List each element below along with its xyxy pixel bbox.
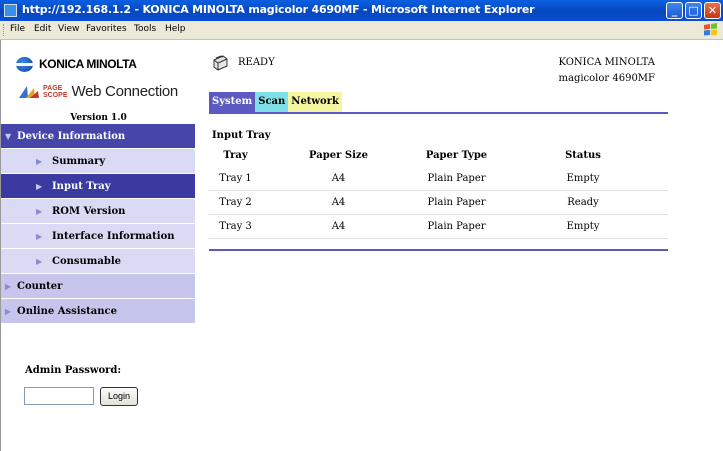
- sidebar: KONICA MINOLTA PAGE SCOPE Web Connection…: [0, 40, 195, 451]
- sidebar-item-label: Interface Information: [52, 231, 175, 242]
- table-cell: Plain Paper: [415, 190, 498, 215]
- tab-underline: [209, 112, 668, 114]
- page-title: Input Tray: [212, 130, 271, 141]
- sidebar-item-label: Online Assistance: [17, 306, 117, 317]
- menu-favorites[interactable]: Favorites: [86, 24, 127, 34]
- sidebar-nav: ▼ Device Information ▶ Summary ▶ Input T…: [1, 124, 195, 324]
- window-controls: _ □ ✕: [666, 2, 721, 19]
- table-header-row: Tray Paper Size Paper Type Status: [209, 144, 668, 167]
- menu-file[interactable]: File: [10, 24, 25, 34]
- tab-bar: System Scan Network: [209, 92, 342, 112]
- sidebar-item-input-tray[interactable]: ▶ Input Tray: [1, 174, 195, 199]
- chevron-down-icon: ▼: [5, 131, 12, 141]
- pagescope-web-connection-logo: PAGE SCOPE Web Connection: [18, 83, 178, 100]
- column-header-paper-type: Paper Type: [425, 150, 488, 161]
- sidebar-item-device-information[interactable]: ▼ Device Information: [1, 124, 195, 149]
- maximize-button[interactable]: □: [685, 2, 702, 19]
- menu-bar: File Edit View Favorites Tools Help: [0, 21, 723, 40]
- sidebar-item-label: Consumable: [52, 256, 122, 267]
- ie-icon: [4, 4, 17, 17]
- chevron-right-icon: ▶: [36, 206, 43, 216]
- pagescope-line-1: PAGE: [43, 84, 63, 92]
- version-label: Version 1.0: [70, 113, 127, 123]
- chevron-right-icon: ▶: [36, 231, 43, 241]
- admin-password-label: Admin Password:: [25, 365, 122, 376]
- login-button[interactable]: Login: [100, 387, 138, 406]
- table-bottom-rule: [209, 249, 668, 251]
- pagescope-icon: [19, 85, 39, 98]
- table-cell: A4: [262, 190, 415, 215]
- chevron-right-icon: ▶: [36, 181, 43, 191]
- sidebar-item-counter[interactable]: ▶ Counter: [1, 274, 195, 299]
- chevron-right-icon: ▶: [36, 156, 43, 166]
- sidebar-item-summary[interactable]: ▶ Summary: [1, 149, 195, 174]
- tab-scan[interactable]: Scan: [255, 92, 289, 112]
- title-bar: http://192.168.1.2 - KONICA MINOLTA magi…: [0, 0, 723, 21]
- sidebar-item-interface-information[interactable]: ▶ Interface Information: [1, 224, 195, 249]
- column-header-tray: Tray: [223, 150, 248, 161]
- table-cell: Tray 2: [209, 190, 262, 215]
- window-title: http://192.168.1.2 - KONICA MINOLTA magi…: [22, 3, 535, 16]
- sidebar-item-online-assistance[interactable]: ▶ Online Assistance: [1, 299, 195, 324]
- pagescope-line-2: SCOPE: [43, 91, 68, 99]
- column-header-paper-size: Paper Size: [309, 150, 368, 161]
- admin-password-input[interactable]: [24, 387, 94, 405]
- chevron-right-icon: ▶: [36, 256, 43, 266]
- model-brand: KONICA MINOLTA: [558, 57, 655, 68]
- brand-name: KONICA MINOLTA: [39, 57, 137, 71]
- sidebar-item-label: Summary: [52, 156, 106, 167]
- input-tray-table: Tray Paper Size Paper Type Status Tray 1…: [209, 144, 668, 239]
- minimize-button[interactable]: _: [666, 2, 683, 19]
- windows-logo-icon: [704, 23, 717, 36]
- menu-help[interactable]: Help: [165, 24, 186, 34]
- table-cell: Empty: [498, 214, 668, 239]
- table-row: Tray 2 A4 Plain Paper Ready: [209, 190, 668, 215]
- sidebar-item-label: Counter: [17, 281, 63, 292]
- chevron-right-icon: ▶: [5, 281, 12, 291]
- sidebar-item-label: Device Information: [17, 131, 126, 142]
- table-row: Tray 1 A4 Plain Paper Empty: [209, 167, 668, 191]
- table-cell: Plain Paper: [415, 167, 498, 191]
- table-cell: Plain Paper: [415, 214, 498, 239]
- toolbar-grip[interactable]: [3, 24, 6, 36]
- table-cell: Empty: [498, 167, 668, 191]
- status-text: READY: [238, 57, 275, 68]
- close-button[interactable]: ✕: [704, 2, 721, 19]
- column-header-status: Status: [565, 150, 601, 161]
- menu-tools[interactable]: Tools: [134, 24, 156, 34]
- menu-view[interactable]: View: [58, 24, 79, 34]
- table-cell: Tray 1: [209, 167, 262, 191]
- sidebar-item-label: ROM Version: [52, 206, 126, 217]
- sidebar-item-label: Input Tray: [52, 181, 111, 192]
- table-cell: Tray 3: [209, 214, 262, 239]
- web-connection-text: Web Connection: [71, 83, 179, 100]
- chevron-right-icon: ▶: [5, 306, 12, 316]
- table-cell: A4: [262, 167, 415, 191]
- konica-minolta-globe-icon: [16, 56, 33, 72]
- main-content: READY KONICA MINOLTA magicolor 4690MF Sy…: [195, 40, 723, 451]
- konica-minolta-logo: KONICA MINOLTA: [16, 56, 137, 72]
- pagescope-text: PAGE SCOPE: [43, 85, 68, 99]
- printer-status-icon: [213, 55, 228, 71]
- tab-network[interactable]: Network: [288, 92, 342, 112]
- table-cell: Ready: [498, 190, 668, 215]
- model-name: magicolor 4690MF: [558, 73, 655, 84]
- menu-edit[interactable]: Edit: [34, 24, 51, 34]
- sidebar-item-rom-version[interactable]: ▶ ROM Version: [1, 199, 195, 224]
- table-cell: A4: [262, 214, 415, 239]
- tab-system[interactable]: System: [209, 92, 256, 112]
- table-row: Tray 3 A4 Plain Paper Empty: [209, 214, 668, 239]
- sidebar-item-consumable[interactable]: ▶ Consumable: [1, 249, 195, 274]
